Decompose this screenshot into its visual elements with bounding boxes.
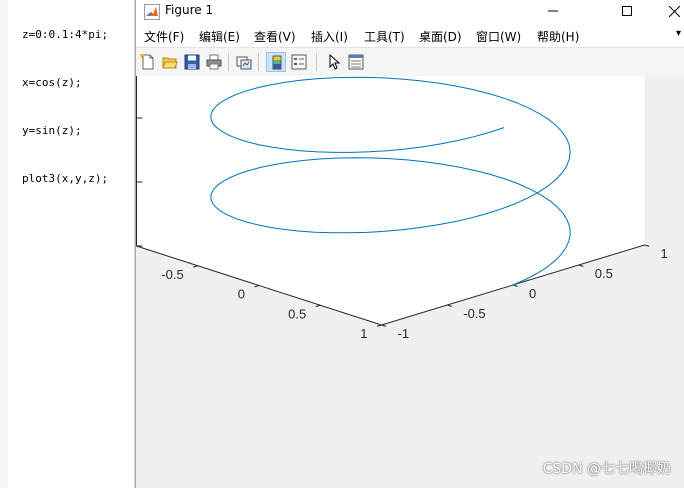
open-file-button[interactable] [160, 52, 180, 72]
pointer-button[interactable] [324, 52, 344, 72]
y-tick-label: 1 [661, 246, 668, 261]
legend-icon [291, 54, 307, 70]
x-tick-label: -0.5 [161, 267, 183, 282]
figure-toolbar [136, 47, 684, 77]
matlab-logo-icon [144, 4, 160, 20]
menu-bar: 文件(F) 编辑(E) 查看(V) 插入(I) 工具(T) 桌面(D) 窗口(W… [136, 24, 684, 46]
link-plot-button[interactable] [234, 52, 254, 72]
toolbar-separator [316, 53, 317, 71]
new-figure-icon [140, 54, 154, 70]
x-tick [136, 245, 137, 247]
y-tick [578, 264, 584, 267]
save-button[interactable] [182, 52, 202, 72]
watermark: CSDN @七七喝椰奶 [542, 461, 671, 477]
close-button[interactable] [654, 0, 684, 22]
minimize-button[interactable] [533, 0, 573, 22]
plot3-axes[interactable]: 051015-1-0.500.51-1-0.500.51 [136, 76, 684, 488]
pointer-icon [329, 54, 341, 70]
title-bar[interactable]: Figure 1 [136, 0, 684, 24]
code-line[interactable]: y=sin(z); [22, 123, 108, 139]
code-block[interactable]: z=0:0.1:4*pi; x=cos(z); y=sin(z); plot3(… [22, 0, 108, 219]
menu-desktop[interactable]: 桌面(D) [419, 28, 462, 45]
maximize-icon [622, 6, 632, 16]
toolbar-separator [228, 53, 229, 71]
y-tick-label: 0.5 [595, 266, 613, 281]
menu-help[interactable]: 帮助(H) [537, 28, 579, 45]
x-tick [193, 265, 198, 268]
menu-view[interactable]: 查看(V) [254, 28, 296, 45]
menu-insert[interactable]: 插入(I) [311, 28, 348, 45]
minimize-icon [548, 10, 558, 12]
link-plot-icon [236, 56, 252, 70]
x-tick-label: 0.5 [288, 306, 306, 321]
print-icon [206, 54, 222, 70]
editor-gutter [0, 0, 8, 488]
property-inspector-button[interactable] [346, 52, 366, 72]
new-figure-button[interactable] [138, 52, 158, 72]
menu-edit[interactable]: 编辑(E) [199, 28, 240, 45]
menu-window[interactable]: 窗口(W) [476, 28, 521, 45]
toolbar-separator [258, 53, 259, 71]
y-tick [381, 324, 387, 327]
figure-window: Figure 1 文件(F) 编辑(E) 查看(V) 插入(I) 工具(T) 桌… [135, 0, 684, 488]
x-tick-label: 1 [360, 326, 367, 341]
x-tick-label: 0 [238, 287, 245, 302]
open-file-icon [162, 57, 178, 69]
y-tick [644, 244, 650, 247]
colorbar-icon [272, 55, 282, 70]
code-line[interactable]: z=0:0.1:4*pi; [22, 27, 108, 43]
code-line[interactable]: x=cos(z); [22, 75, 108, 91]
y-tick [447, 304, 452, 307]
menu-tools[interactable]: 工具(T) [364, 28, 405, 45]
save-icon [184, 54, 200, 70]
x-tick [254, 285, 260, 288]
y-tick-label: -1 [398, 326, 410, 341]
x-tick [315, 304, 321, 308]
colorbar-button[interactable] [266, 52, 286, 72]
code-line[interactable]: plot3(x,y,z); [22, 171, 108, 187]
print-button[interactable] [204, 52, 224, 72]
menu-file[interactable]: 文件(F) [144, 28, 184, 45]
y-tick-label: 0 [529, 286, 536, 301]
property-inspector-icon [348, 54, 364, 70]
legend-button[interactable] [289, 52, 309, 72]
window-title: Figure 1 [165, 3, 214, 17]
code-editor[interactable]: z=0:0.1:4*pi; x=cos(z); y=sin(z); plot3(… [0, 0, 135, 488]
close-icon [669, 6, 680, 17]
maximize-button[interactable] [607, 0, 647, 22]
x-tick [376, 324, 382, 327]
y-tick-label: -0.5 [463, 306, 485, 321]
menu-overflow-icon[interactable]: ▾ [676, 28, 681, 39]
figure-canvas[interactable]: 051015-1-0.500.51-1-0.500.51 [136, 76, 684, 488]
